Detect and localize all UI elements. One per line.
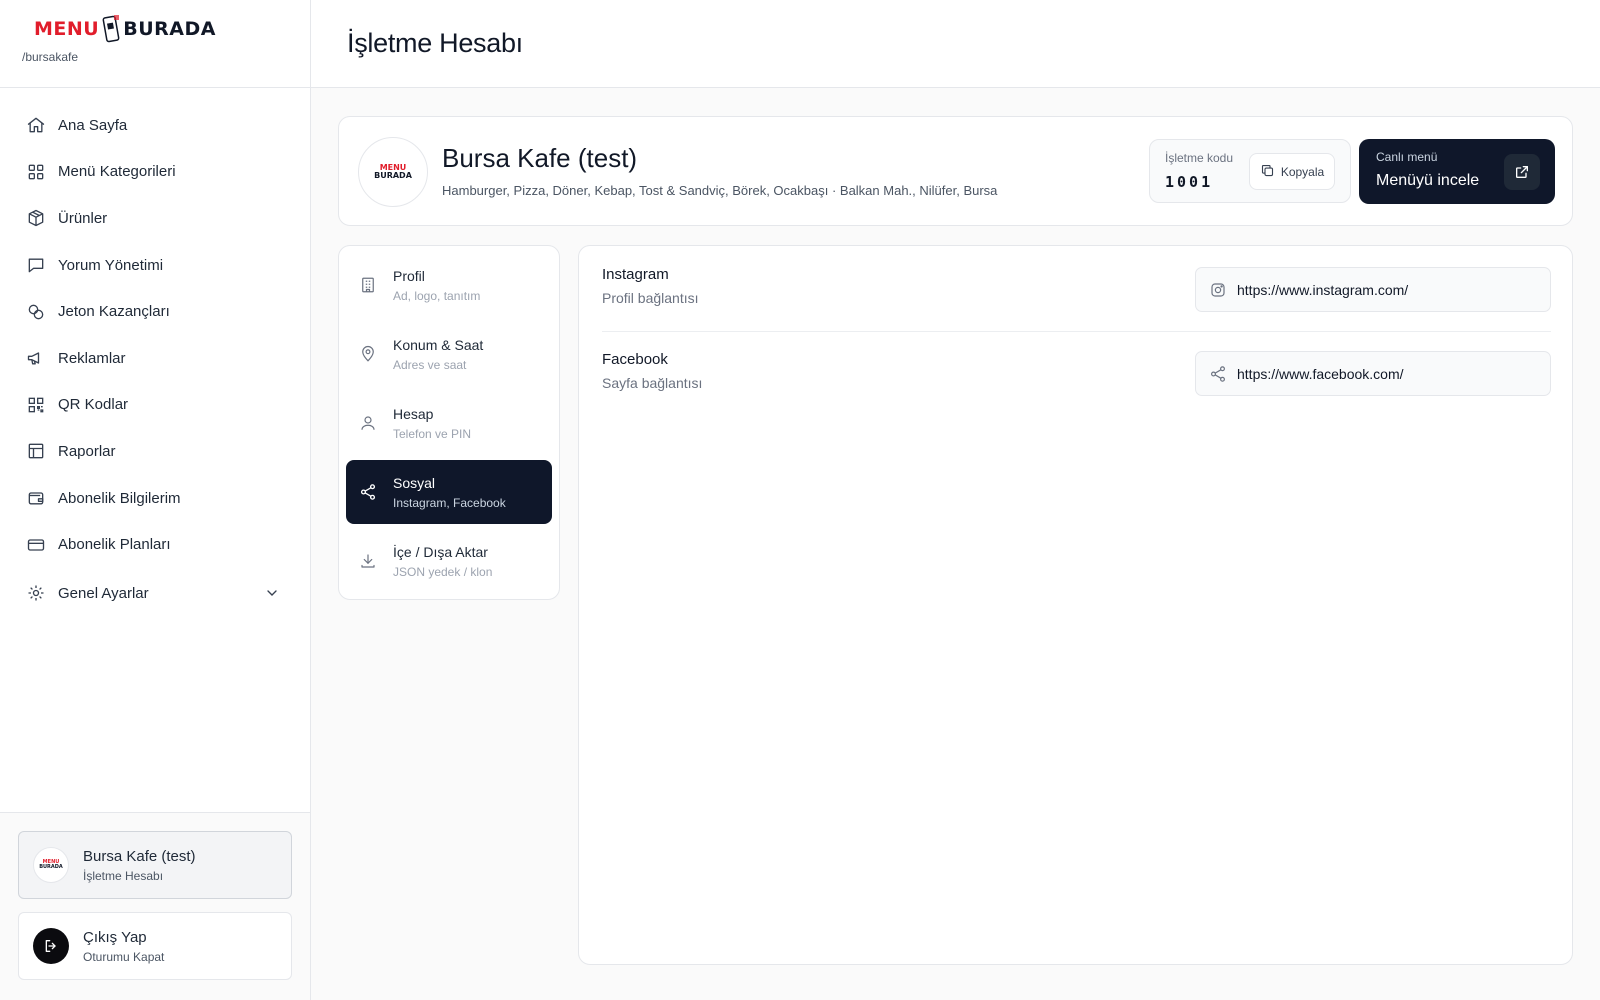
copy-icon xyxy=(1260,163,1275,181)
sidebar: MENU BURADA /bursakafe Ana Sayfa Menü Ka xyxy=(0,0,311,1000)
sidebar-item-label: Abonelik Bilgilerim xyxy=(58,489,181,507)
card-icon xyxy=(26,535,46,555)
sidebar-footer: MENU BURADA Bursa Kafe (test) İşletme Hes… xyxy=(0,812,310,1000)
business-name: Bursa Kafe (test) xyxy=(442,143,638,173)
account-switcher[interactable]: MENU BURADA Bursa Kafe (test) İşletme Hes… xyxy=(18,831,292,899)
sidebar-item-reports[interactable]: Raporlar xyxy=(0,428,310,475)
live-menu-button[interactable]: Canlı menü Menüyü incele xyxy=(1359,139,1555,204)
instagram-icon xyxy=(1209,281,1227,299)
sidebar-item-label: Abonelik Planları xyxy=(58,536,171,554)
settings-tabs: Profil Ad, logo, tanıtım Konum & Saat Ad… xyxy=(338,245,560,600)
sidebar-item-general-settings[interactable]: Genel Ayarlar xyxy=(0,570,310,617)
sidebar-item-token-earnings[interactable]: Jeton Kazançları xyxy=(0,288,310,335)
sidebar-item-label: Ana Sayfa xyxy=(58,116,128,134)
divider xyxy=(602,331,1551,332)
sidebar-item-label: Reklamlar xyxy=(58,349,126,367)
business-avatar: MENU BURADA xyxy=(358,137,428,207)
building-icon xyxy=(359,276,377,294)
share-icon xyxy=(1209,365,1227,383)
tab-title: Hesap xyxy=(393,405,434,422)
tab-title: Profil xyxy=(393,267,425,284)
phone-qr-icon xyxy=(102,14,120,44)
tab-location-hours[interactable]: Konum & Saat Adres ve saat xyxy=(346,322,552,386)
grid-icon xyxy=(26,162,46,182)
business-description: Hamburger, Pizza, Döner, Kebap, Tost & S… xyxy=(442,183,998,198)
page-header: İşletme Hesabı xyxy=(311,0,1600,88)
live-menu-title: Menüyü incele xyxy=(1376,172,1480,189)
sidebar-item-label: QR Kodlar xyxy=(58,396,129,414)
tab-subtitle: Instagram, Facebook xyxy=(393,495,506,510)
copy-button-label: Kopyala xyxy=(1280,164,1325,179)
gear-icon xyxy=(26,583,46,603)
tab-subtitle: JSON yedek / klon xyxy=(393,564,493,579)
live-menu-label: Canlı menü xyxy=(1376,150,1438,164)
sidebar-item-ads[interactable]: Reklamlar xyxy=(0,335,310,382)
message-icon xyxy=(26,255,46,275)
wallet-icon xyxy=(26,488,46,508)
qr-icon xyxy=(26,395,46,415)
tab-title: İçe / Dışa Aktar xyxy=(393,543,488,560)
logout-icon xyxy=(33,928,69,964)
business-code-value: 1001 xyxy=(1165,173,1214,191)
business-logo: MENU BURADA xyxy=(39,859,63,870)
page-title: İşletme Hesabı xyxy=(347,28,523,58)
user-icon xyxy=(359,414,377,432)
tab-import-export[interactable]: İçe / Dışa Aktar JSON yedek / klon xyxy=(346,529,552,593)
coins-icon xyxy=(26,302,46,322)
sidebar-item-label: Ürünler xyxy=(58,209,108,227)
business-code-box: İşletme kodu 1001 Kopyala xyxy=(1149,139,1351,203)
business-logo: MENU BURADA xyxy=(374,163,412,180)
logout-button[interactable]: Çıkış Yap Oturumu Kapat xyxy=(18,912,292,980)
facebook-field[interactable] xyxy=(1195,351,1551,396)
tab-title: Konum & Saat xyxy=(393,336,484,353)
layout-icon xyxy=(26,441,46,461)
tab-profile[interactable]: Profil Ad, logo, tanıtım xyxy=(346,253,552,317)
facebook-input[interactable] xyxy=(1237,365,1537,382)
sidebar-item-label: Raporlar xyxy=(58,442,116,460)
sidebar-item-label: Yorum Yönetimi xyxy=(58,256,164,274)
sidebar-item-reviews[interactable]: Yorum Yönetimi xyxy=(0,242,310,289)
sidebar-item-products[interactable]: Ürünler xyxy=(0,195,310,242)
sidebar-item-label: Jeton Kazançları xyxy=(58,303,170,321)
chevron-down-icon[interactable] xyxy=(264,585,280,601)
business-slug: /bursakafe xyxy=(22,50,79,64)
box-icon xyxy=(26,208,46,228)
tab-subtitle: Ad, logo, tanıtım xyxy=(393,288,481,303)
download-icon xyxy=(359,552,377,570)
sidebar-item-qr-codes[interactable]: QR Kodlar xyxy=(0,382,310,429)
tab-subtitle: Adres ve saat xyxy=(393,357,467,372)
business-code-label: İşletme kodu xyxy=(1165,151,1234,165)
account-name: Bursa Kafe (test) xyxy=(83,847,196,865)
logo[interactable]: MENU BURADA xyxy=(34,14,310,44)
instagram-input[interactable] xyxy=(1237,281,1537,298)
sidebar-nav: Ana Sayfa Menü Kategorileri Ürünler Yoru… xyxy=(0,88,310,617)
share-icon xyxy=(359,483,377,501)
sidebar-item-home[interactable]: Ana Sayfa xyxy=(0,102,310,149)
home-icon xyxy=(26,115,46,135)
tab-social[interactable]: Sosyal Instagram, Facebook xyxy=(346,460,552,524)
copy-button[interactable]: Kopyala xyxy=(1249,153,1335,190)
logout-subtitle: Oturumu Kapat xyxy=(83,949,165,964)
logo-burada-text: BURADA xyxy=(123,18,216,40)
megaphone-icon xyxy=(26,348,46,368)
tab-title: Sosyal xyxy=(393,474,436,491)
sidebar-item-subscription-info[interactable]: Abonelik Bilgilerim xyxy=(0,475,310,522)
sidebar-item-label: Genel Ayarlar xyxy=(58,584,149,602)
logo-menu-text: MENU xyxy=(34,18,100,40)
avatar: MENU BURADA xyxy=(33,847,69,883)
map-pin-icon xyxy=(359,345,377,363)
brand: MENU BURADA /bursakafe xyxy=(0,0,310,88)
sidebar-item-label: Menü Kategorileri xyxy=(58,163,176,181)
sidebar-item-subscription-plans[interactable]: Abonelik Planları xyxy=(0,521,310,568)
external-link-icon xyxy=(1504,154,1540,190)
social-panel: Instagram Profil bağlantısı Facebook Say… xyxy=(578,245,1573,965)
tab-account[interactable]: Hesap Telefon ve PIN xyxy=(346,391,552,455)
tab-subtitle: Telefon ve PIN xyxy=(393,426,472,441)
sidebar-item-menu-categories[interactable]: Menü Kategorileri xyxy=(0,149,310,196)
instagram-field[interactable] xyxy=(1195,267,1551,312)
business-card: MENU BURADA Bursa Kafe (test) Hamburger, … xyxy=(338,116,1573,226)
account-type: İşletme Hesabı xyxy=(83,868,164,883)
logout-title: Çıkış Yap xyxy=(83,928,147,946)
